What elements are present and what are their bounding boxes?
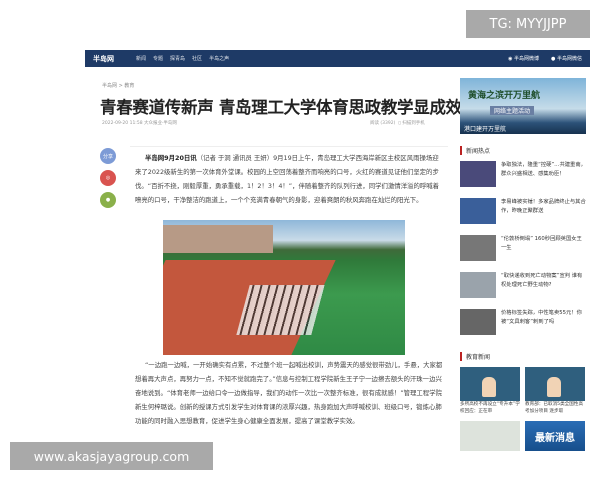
- hot-thumb: [460, 235, 496, 261]
- watermark-overlay: www.akasjayagroup.com: [10, 442, 213, 470]
- nav-item-news[interactable]: 新闻: [136, 55, 146, 62]
- hot-news-item[interactable]: 价格标签失踪，中性笔卖55元！你被“文具刺客”刺到了吗: [460, 309, 586, 346]
- sidebar-banner[interactable]: 黄海之滨开万里航 网络主题活动 港口建开万里航: [460, 78, 586, 134]
- weibo-label: 半岛网微博: [514, 56, 540, 62]
- edu-thumb: [525, 367, 585, 401]
- nav-item-topics[interactable]: 专题: [153, 55, 163, 62]
- photo-building: [163, 225, 273, 253]
- edu-thumb: [460, 367, 520, 401]
- hot-thumb: [460, 272, 496, 298]
- hot-thumb: [460, 198, 496, 224]
- edu-caption: 教育部：已取消5类全国性高考加分项目 逐步取: [525, 402, 584, 414]
- hot-news-text: 价格标签失踪，中性笔卖55元！你被“文具刺客”刺到了吗: [501, 310, 582, 325]
- edu-news-grid: 多所高校不再设立“专升本”学校回应：正在审 教育部：已取消5类全国性高考加分项目…: [460, 367, 586, 451]
- article-meta: 2022-09-20 11:58 大众报业·半岛网: [102, 121, 177, 126]
- site-logo[interactable]: 半岛网: [93, 54, 114, 64]
- hot-news-item[interactable]: “伦敦桥倒塌” 160秒回顾英国女王一生: [460, 235, 586, 272]
- edu-news-heading: 教育新闻: [460, 352, 586, 361]
- wechat-share-icon[interactable]: 微信●: [100, 192, 116, 208]
- article-paragraph-1: 半岛网9月20日讯（记者 于洞 通讯员 王妍）9月19日上午，青岛理工大学西海岸…: [135, 151, 445, 207]
- nav-item-voice[interactable]: 半岛之声: [209, 55, 229, 62]
- hot-news-item[interactable]: 李易峰被实锤！多家品牌终止与其合作，昨晚正聚群送: [460, 198, 586, 235]
- mobile-icon: ▯: [398, 121, 401, 126]
- banner-title: 黄海之滨开万里航: [468, 91, 541, 101]
- nav-item-explore[interactable]: 探青岛: [170, 55, 185, 62]
- wechat-label: 半岛网微信: [556, 56, 582, 62]
- article-paragraph-2: “一边跑一边喊，一开始确实有点累，不过整个班一起喊出校训，声势震天的感觉很带劲儿…: [135, 361, 443, 425]
- edu-thumb-books[interactable]: [460, 421, 520, 451]
- hot-news-item[interactable]: “取快递收到死亡动物案”宣判 谁有权处理死亡野生动物?: [460, 272, 586, 309]
- edu-news-item[interactable]: 教育部：已取消5类全国性高考加分项目 逐步取: [525, 367, 585, 417]
- hot-news-text: 争取独法，隆重“控硬”…共建重南，群众兴盛相送、感集劝臣！: [501, 162, 586, 177]
- banner-subtitle: 网络主题活动: [490, 106, 535, 115]
- hot-news-item[interactable]: 争取独法，隆重“控硬”…共建重南，群众兴盛相送、感集劝臣！: [460, 161, 586, 198]
- sidebar: 黄海之滨开万里航 网络主题活动 港口建开万里航 新闻热点 争取独法，隆重“控硬”…: [460, 78, 586, 451]
- divider: [130, 146, 448, 147]
- hot-thumb: [460, 309, 496, 335]
- scan-to-mobile[interactable]: 扫描到手机: [402, 121, 425, 126]
- article-photo: [163, 220, 405, 355]
- hot-news-heading: 新闻热点: [460, 146, 586, 155]
- banner-caption: 港口建开万里航: [464, 126, 507, 133]
- article-stats: 阅读 (3392) ▯ 扫描到手机: [370, 120, 425, 126]
- weibo-link[interactable]: ◉ 半岛网微博: [508, 55, 539, 62]
- nav-item-community[interactable]: 社区: [192, 55, 202, 62]
- wechat-link[interactable]: ● 半岛网微信: [551, 55, 582, 62]
- weibo-share-icon[interactable]: 微博◎: [100, 170, 116, 186]
- dateline: 半岛网9月20日讯: [145, 154, 197, 162]
- read-count: 阅读 (3392): [370, 121, 396, 126]
- hot-news-text: “取快递收到死亡动物案”宣判 谁有权处理死亡野生动物?: [501, 273, 583, 288]
- hot-news-text: 李易峰被实锤！多家品牌终止与其合作，昨晚正聚群送: [501, 199, 586, 214]
- breadcrumb[interactable]: 半岛网 > 教育: [102, 82, 134, 89]
- hot-news-text: “伦敦桥倒塌” 160秒回顾英国女王一生: [501, 236, 582, 251]
- tg-overlay: TG: MYYJJPP: [466, 10, 590, 38]
- hot-thumb: [460, 161, 496, 187]
- edu-news-item[interactable]: 多所高校不再设立“专升本”学校回应：正在审: [460, 367, 520, 417]
- top-nav: 半岛网 新闻 专题 探青岛 社区 半岛之声 ◉ 半岛网微博 ● 半岛网微信: [85, 50, 590, 67]
- page-title: 青春赛道传新声 青岛理工大学体育思政教学显成效: [100, 98, 462, 117]
- edu-caption: 多所高校不再设立“专升本”学校回应：正在审: [460, 402, 520, 414]
- latest-news-tile[interactable]: 最新消息: [525, 421, 585, 451]
- share-button[interactable]: 分享: [100, 148, 116, 164]
- photo-students: [236, 285, 325, 335]
